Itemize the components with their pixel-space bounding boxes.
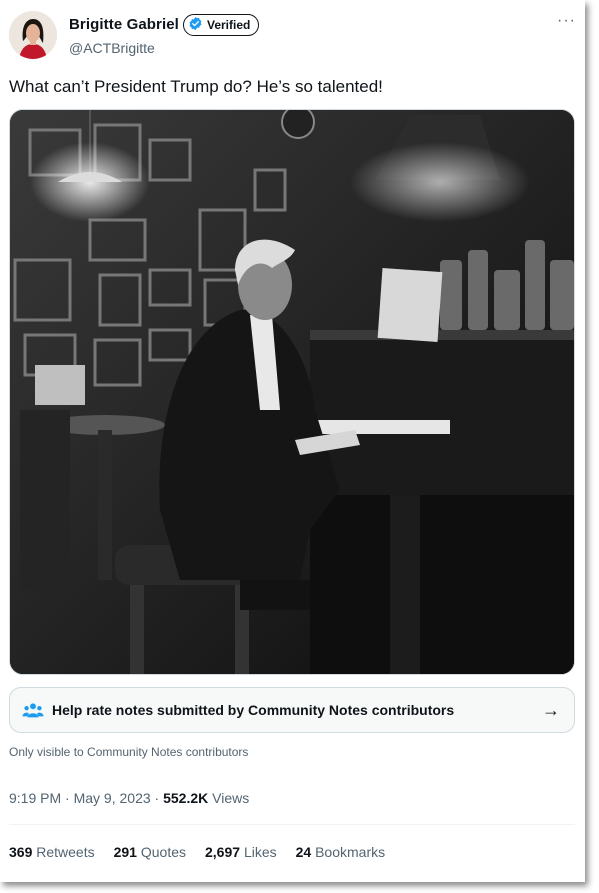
tweet-time[interactable]: 9:19 PM bbox=[9, 790, 61, 806]
likes-stat[interactable]: 2,697 Likes bbox=[205, 844, 277, 860]
verified-check-icon bbox=[188, 16, 203, 34]
views-count: 552.2K bbox=[163, 790, 209, 806]
bookmarks-stat[interactable]: 24 Bookmarks bbox=[296, 844, 386, 860]
community-people-icon bbox=[22, 699, 44, 721]
divider bbox=[9, 824, 575, 825]
arrow-right-icon: → bbox=[542, 700, 560, 720]
bookmarks-count: 24 bbox=[295, 844, 312, 860]
bookmarks-label: Bookmarks bbox=[315, 844, 386, 860]
more-options-icon[interactable]: ··· bbox=[557, 12, 576, 30]
tweet-image[interactable] bbox=[9, 109, 575, 675]
community-notes-label: Help rate notes submitted by Community N… bbox=[52, 702, 455, 718]
meta-separator: · bbox=[154, 790, 164, 806]
community-notes-visibility-note: Only visible to Community Notes contribu… bbox=[9, 745, 249, 759]
quotes-count: 291 bbox=[113, 844, 137, 860]
tweet-meta: 9:19 PM · May 9, 2023 · 552.2K Views bbox=[9, 790, 249, 806]
tweet-card: Brigitte Gabriel Verified @ACTBrigitte ·… bbox=[0, 0, 585, 882]
quotes-stat[interactable]: 291 Quotes bbox=[114, 844, 186, 860]
retweets-count: 369 bbox=[9, 844, 33, 860]
likes-count: 2,697 bbox=[205, 844, 241, 860]
likes-label: Likes bbox=[243, 844, 277, 860]
avatar[interactable] bbox=[9, 11, 57, 59]
tweet-text: What can’t President Trump do? He’s so t… bbox=[9, 77, 383, 96]
views-label: Views bbox=[212, 790, 250, 806]
meta-separator: · bbox=[65, 790, 74, 806]
author-handle[interactable]: @ACTBrigitte bbox=[69, 40, 155, 56]
verified-label: Verified bbox=[207, 18, 251, 32]
engagement-stats: 369 Retweets 291 Quotes 2,697 Likes 24 B… bbox=[9, 844, 404, 860]
tweet-date[interactable]: May 9, 2023 bbox=[74, 790, 151, 806]
retweets-label: Retweets bbox=[36, 844, 95, 860]
verified-badge[interactable]: Verified bbox=[183, 14, 260, 36]
community-notes-prompt[interactable]: Help rate notes submitted by Community N… bbox=[9, 687, 575, 733]
quotes-label: Quotes bbox=[140, 844, 186, 860]
retweets-stat[interactable]: 369 Retweets bbox=[9, 844, 95, 860]
author-name[interactable]: Brigitte Gabriel bbox=[69, 16, 179, 33]
